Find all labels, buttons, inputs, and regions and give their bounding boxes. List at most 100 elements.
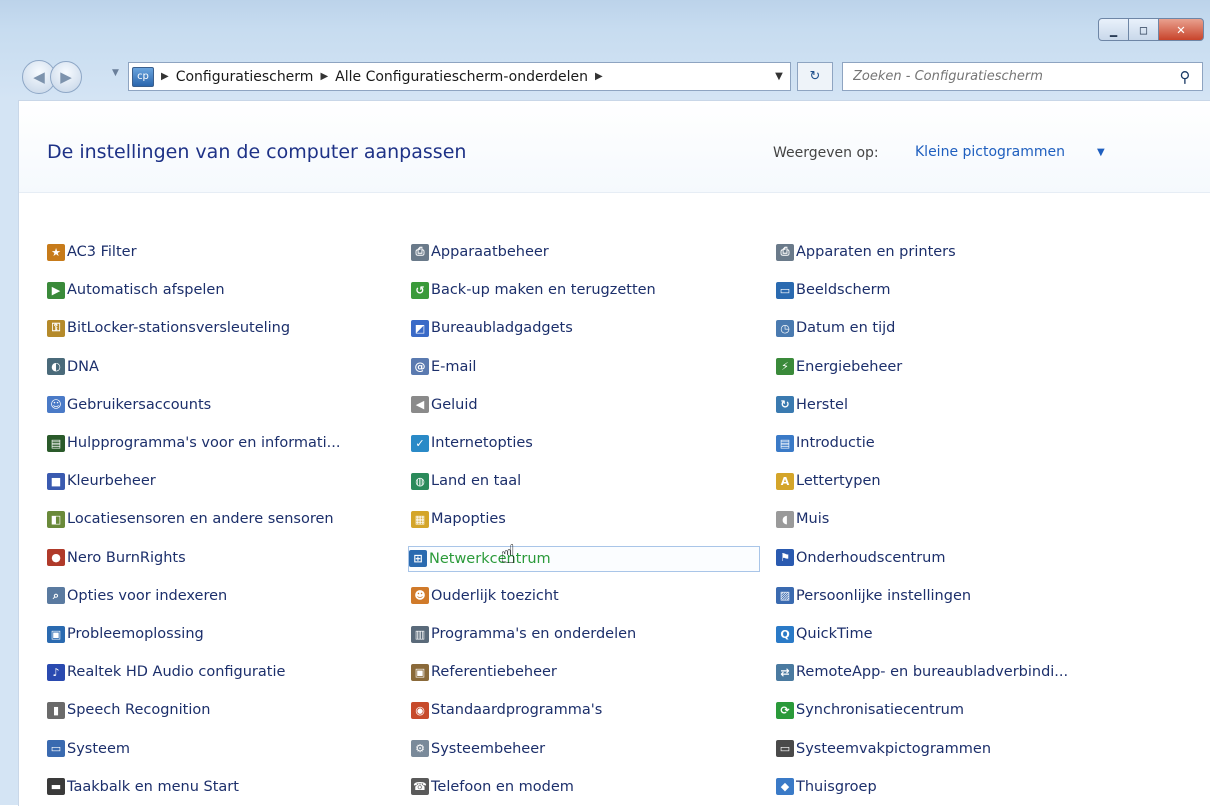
email-icon: @: [411, 358, 429, 376]
nero-burnrights-icon: ●: [47, 549, 65, 567]
control-panel-item-label: Hulpprogramma's voor en informati...: [67, 435, 341, 451]
programs-features-icon: ▥: [411, 625, 429, 643]
search-input[interactable]: [843, 68, 1175, 85]
control-panel-item[interactable]: ▭ Systeem: [47, 737, 130, 761]
control-panel-item[interactable]: Q QuickTime: [776, 622, 873, 646]
control-panel-item-label: Standaardprogramma's: [431, 702, 603, 719]
view-by-dropdown[interactable]: Kleine pictogrammen: [915, 144, 1065, 160]
address-bar[interactable]: cp ▶ Configuratiescherm ▶ Alle Configura…: [128, 62, 791, 91]
control-panel-item[interactable]: A Lettertypen: [776, 469, 881, 493]
search-box[interactable]: ⚲: [842, 62, 1203, 91]
control-panel-item-label: Internetopties: [431, 435, 533, 451]
control-panel-item-label: QuickTime: [796, 626, 873, 642]
control-panel-item[interactable]: ⌕ Opties voor indexeren: [47, 584, 227, 608]
control-panel-item[interactable]: ☻ Ouderlijk toezicht: [411, 584, 559, 608]
control-panel-item[interactable]: ◉ Standaardprogramma's: [411, 698, 602, 722]
control-panel-item[interactable]: ⎙ Apparaatbeheer: [411, 240, 549, 264]
view-by-chevron-down-icon[interactable]: ▼: [1097, 147, 1105, 158]
mouse-icon: ◖: [776, 510, 794, 528]
control-panel-item[interactable]: ✓ Internetopties: [411, 431, 533, 455]
control-panel-item[interactable]: ⎙ Apparaten en printers: [776, 240, 956, 264]
indexing-options-icon: ⌕: [47, 587, 65, 605]
breadcrumb-separator-icon[interactable]: ▶: [320, 71, 328, 82]
personalization-icon: ▨: [776, 587, 794, 605]
control-panel-item-label: Land en taal: [431, 473, 522, 490]
control-panel-item[interactable]: ◧ Locatiesensoren en andere sensoren: [47, 507, 334, 531]
control-panel-item[interactable]: ▭ Beeldscherm: [776, 278, 891, 302]
search-icon[interactable]: ⚲: [1175, 68, 1195, 86]
control-panel-item[interactable]: ↺ Back-up maken en terugzetten: [411, 278, 656, 302]
breadcrumb-control-panel[interactable]: Configuratiescherm: [176, 69, 314, 85]
control-panel-item-label: Locatiesensoren en andere sensoren: [67, 511, 334, 528]
homegroup-icon: ◆: [776, 778, 794, 796]
control-panel-item[interactable]: ▬ Taakbalk en menu Start: [47, 775, 239, 799]
control-panel-item[interactable]: ⚿ BitLocker-stationsversleuteling: [47, 316, 290, 340]
control-panel-item[interactable]: ▣ Probleemoplossing: [47, 622, 204, 646]
control-panel-item-label: Muis: [796, 511, 830, 528]
hand-cursor-icon: ☝: [500, 540, 516, 570]
display-icon: ▭: [776, 281, 794, 299]
control-panel-item-label: Synchronisatiecentrum: [796, 702, 964, 719]
control-panel-item[interactable]: ★ AC3 Filter: [47, 240, 137, 264]
control-panel-item[interactable]: ☺ Gebruikersaccounts: [47, 393, 211, 417]
power-icon: ⚡: [776, 358, 794, 376]
recent-pages-dropdown-icon[interactable]: ▼: [112, 68, 119, 78]
breadcrumb-separator-icon[interactable]: ▶: [595, 71, 603, 82]
control-panel-item[interactable]: ◍ Land en taal: [411, 469, 521, 493]
control-panel-item[interactable]: ▣ Referentiebeheer: [411, 660, 557, 684]
close-button[interactable]: ✕: [1158, 18, 1204, 41]
control-panel-item[interactable]: @ E-mail: [411, 355, 476, 379]
control-panel-item[interactable]: ◖ Muis: [776, 507, 829, 531]
control-panel-item-label: Nero BurnRights: [67, 549, 186, 566]
control-panel-item-label: Systeem: [67, 740, 130, 757]
control-panel-item[interactable]: ◆ Thuisgroep: [776, 775, 877, 799]
control-panel-item[interactable]: ⇄ RemoteApp- en bureaubladverbindi...: [776, 660, 1068, 684]
control-panel-item[interactable]: ▥ Programma's en onderdelen: [411, 622, 636, 646]
minimize-button[interactable]: ▁: [1098, 18, 1129, 41]
control-panel-item-label: Realtek HD Audio configuratie: [67, 664, 286, 681]
control-panel-item[interactable]: ◩ Bureaubladgadgets: [411, 316, 573, 340]
printer-icon: ⎙: [776, 243, 794, 261]
control-panel-item[interactable]: ▭ Systeemvakpictogrammen: [776, 737, 991, 761]
control-panel-item[interactable]: ⟳ Synchronisatiecentrum: [776, 698, 964, 722]
control-panel-item[interactable]: ■ Kleurbeheer: [47, 469, 156, 493]
color-management-icon: ■: [47, 472, 65, 490]
address-history-dropdown-icon[interactable]: ▼: [768, 71, 790, 82]
control-panel-item[interactable]: ⚑ Onderhoudscentrum: [776, 546, 946, 570]
control-panel-item[interactable]: ● Nero BurnRights: [47, 546, 186, 570]
control-panel-item[interactable]: ⚙ Systeembeheer: [411, 737, 545, 761]
breadcrumb-all-items[interactable]: Alle Configuratiescherm-onderdelen: [335, 69, 588, 85]
control-panel-item-label: Back-up maken en terugzetten: [431, 282, 656, 299]
control-panel-item[interactable]: ◐ DNA: [47, 355, 99, 379]
control-panel-item[interactable]: ⚡ Energiebeheer: [776, 355, 902, 379]
fonts-icon: A: [776, 472, 794, 490]
page-title: De instellingen van de computer aanpasse…: [47, 141, 467, 163]
control-panel-item[interactable]: ▨ Persoonlijke instellingen: [776, 584, 971, 608]
control-panel-item-label: Telefoon en modem: [431, 778, 574, 795]
refresh-button[interactable]: ↻: [797, 62, 833, 91]
control-panel-item[interactable]: ↻ Herstel: [776, 393, 848, 417]
control-panel-item-label: AC3 Filter: [67, 244, 137, 260]
desktop-gadgets-icon: ◩: [411, 319, 429, 337]
control-panel-item[interactable]: ◀ Geluid: [411, 393, 478, 417]
control-panel-item[interactable]: ⊞ Netwerkcentrum: [408, 545, 760, 572]
control-panel-item-label: Referentiebeheer: [431, 664, 557, 681]
breadcrumb-separator-icon[interactable]: ▶: [161, 71, 169, 82]
forward-button[interactable]: ▶: [50, 61, 82, 93]
control-panel-icon: cp: [132, 66, 154, 87]
control-panel-item[interactable]: ♪ Realtek HD Audio configuratie: [47, 660, 285, 684]
control-panel-item-label: Energiebeheer: [796, 358, 903, 375]
control-panel-item-label: Apparaten en printers: [796, 244, 956, 260]
control-panel-item[interactable]: ◷ Datum en tijd: [776, 316, 895, 340]
flag-icon: ⚑: [776, 549, 794, 567]
control-panel-item[interactable]: ▶ Automatisch afspelen: [47, 278, 225, 302]
control-panel-item-label: Systeembeheer: [431, 740, 546, 757]
control-panel-item[interactable]: ▤ Hulpprogramma's voor en informati...: [47, 431, 340, 455]
maximize-button[interactable]: □: [1129, 18, 1158, 41]
control-panel-item[interactable]: ▮ Speech Recognition: [47, 698, 210, 722]
control-panel-item[interactable]: ☎ Telefoon en modem: [411, 775, 574, 799]
control-panel-item[interactable]: ▦ Mapopties: [411, 507, 506, 531]
internet-options-icon: ✓: [411, 434, 429, 452]
control-panel-item[interactable]: ▤ Introductie: [776, 431, 875, 455]
control-panel-item-label: Speech Recognition: [67, 702, 211, 719]
